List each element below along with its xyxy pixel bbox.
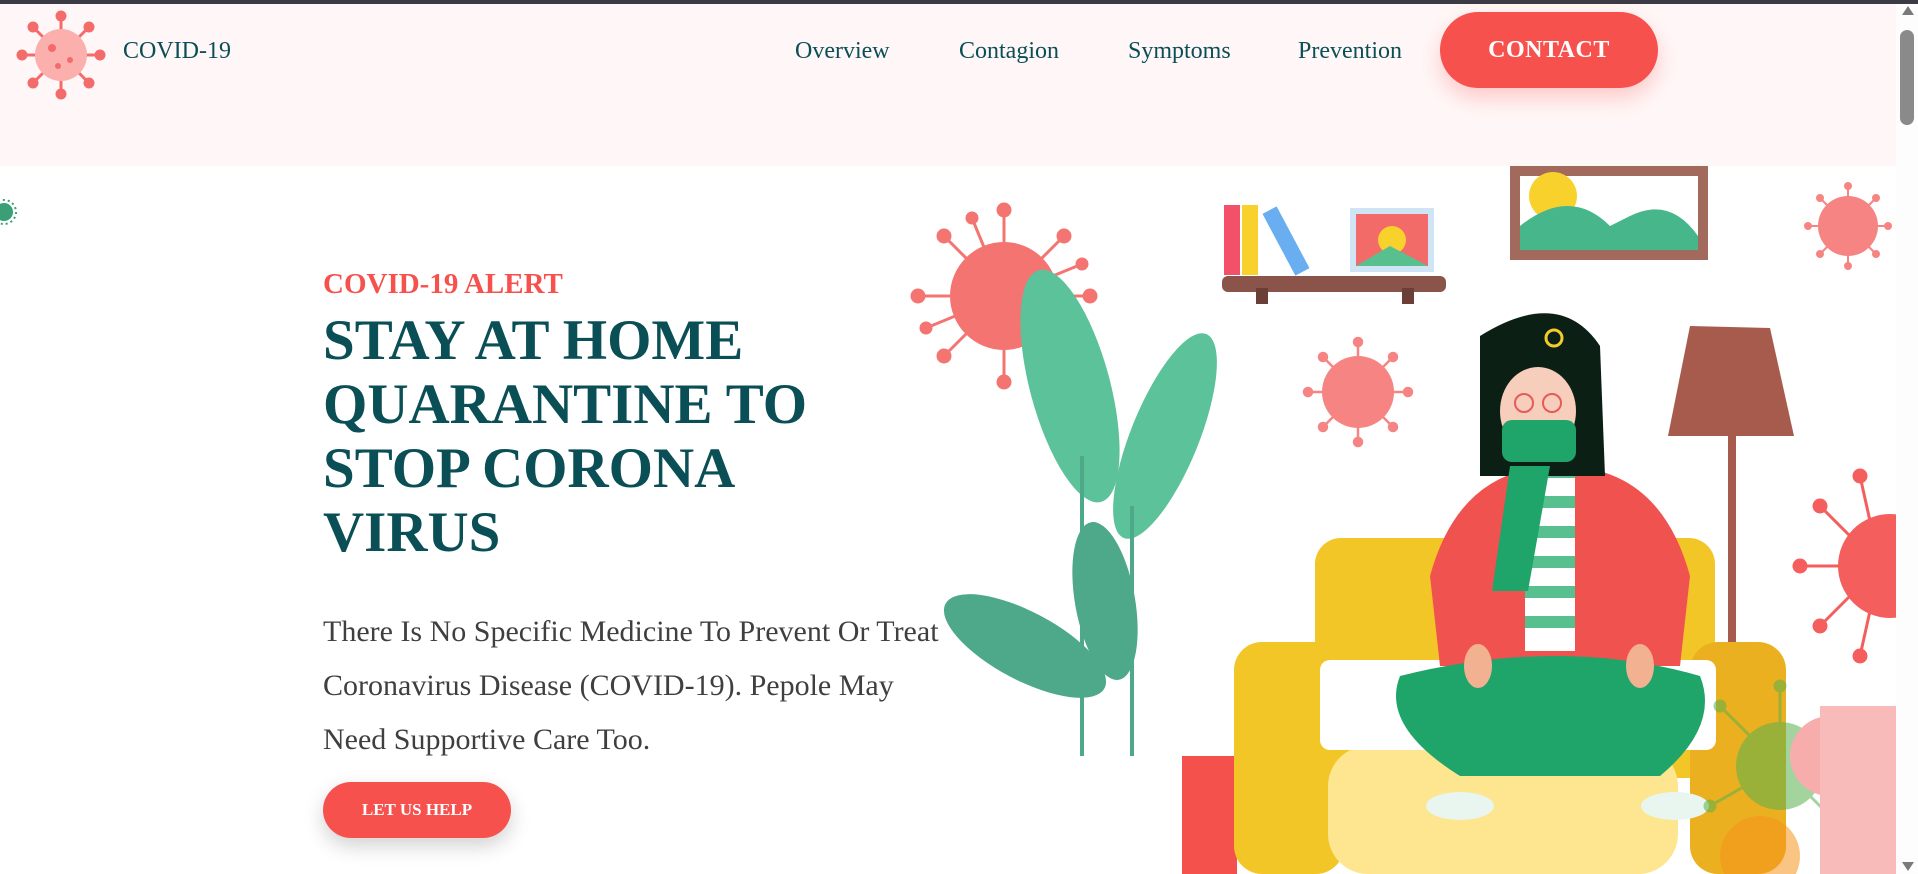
contact-button[interactable]: CONTACT bbox=[1440, 12, 1658, 88]
hero-content: COVID-19 ALERT STAY AT HOME QUARANTINE T… bbox=[323, 268, 943, 767]
site-header: COVID-19 Overview Contagion Symptoms Pre… bbox=[0, 4, 1896, 166]
nav-symptoms[interactable]: Symptoms bbox=[1128, 38, 1231, 65]
virus-decoration-icon bbox=[0, 199, 17, 225]
plant-icon bbox=[943, 269, 1237, 874]
person-icon bbox=[1396, 313, 1709, 820]
scrollbar[interactable] bbox=[1896, 4, 1918, 874]
nav-contagion[interactable]: Contagion bbox=[959, 38, 1059, 65]
scroll-down-arrow-icon[interactable] bbox=[1902, 862, 1914, 871]
scrollbar-thumb[interactable] bbox=[1900, 30, 1914, 125]
hero-headline: STAY AT HOME QUARANTINE TO STOP CORONA V… bbox=[323, 309, 808, 564]
let-us-help-button[interactable]: LET US HELP bbox=[323, 782, 511, 838]
virus-small-icon bbox=[1804, 182, 1892, 270]
nav-prevention[interactable]: Prevention bbox=[1298, 38, 1402, 65]
nav-overview[interactable]: Overview bbox=[795, 38, 890, 65]
virus-medium-icon bbox=[1302, 336, 1414, 448]
virus-edge-icon bbox=[1792, 468, 1896, 664]
hero-description: There Is No Specific Medicine To Prevent… bbox=[323, 615, 939, 756]
bookshelf-icon bbox=[1222, 205, 1446, 304]
brand-name[interactable]: COVID-19 bbox=[123, 38, 231, 65]
stay-home-illustration bbox=[910, 166, 1896, 874]
scroll-up-arrow-icon[interactable] bbox=[1902, 6, 1914, 15]
alert-label: COVID-19 ALERT bbox=[323, 268, 563, 300]
wall-picture-icon bbox=[1510, 166, 1708, 260]
virus-logo-icon[interactable] bbox=[16, 10, 106, 100]
